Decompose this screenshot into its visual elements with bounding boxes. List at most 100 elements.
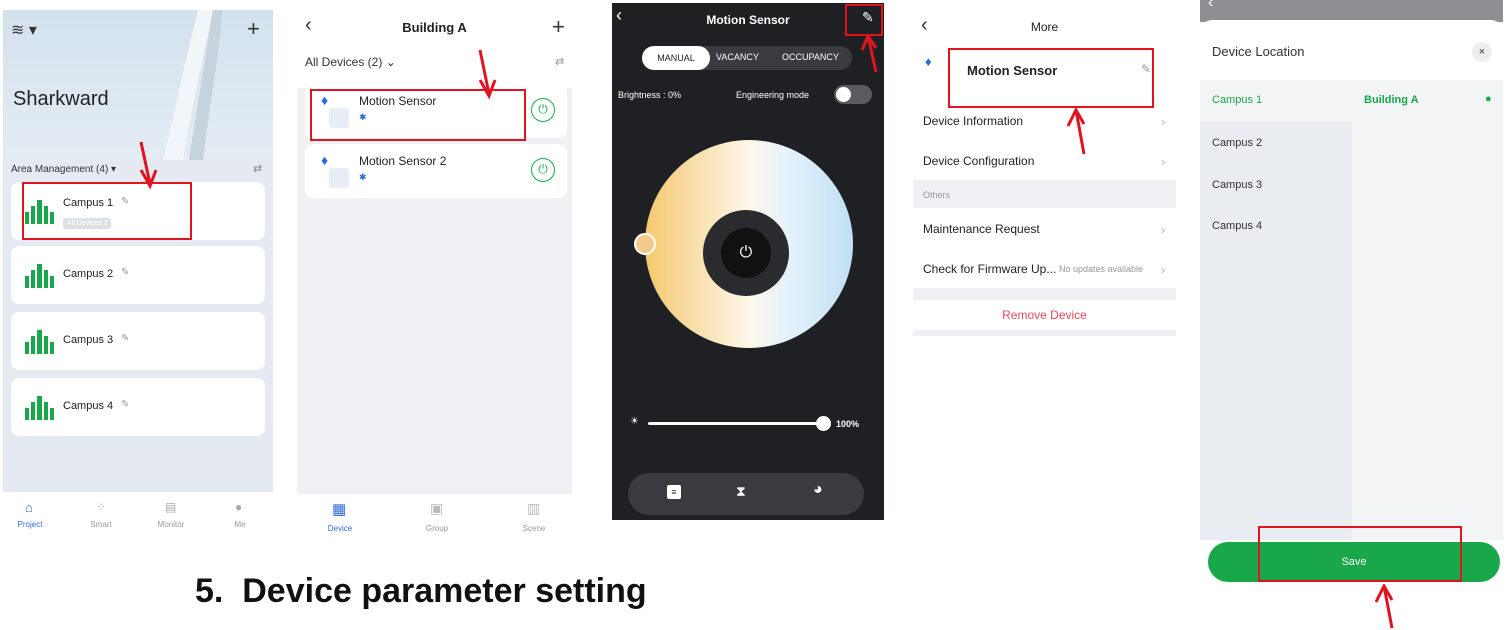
sheet-title: Device Location bbox=[1212, 44, 1305, 59]
engineering-mode-label: Engineering mode bbox=[736, 90, 810, 100]
brightness-slider-thumb[interactable] bbox=[816, 416, 831, 431]
control-bottom-bar bbox=[628, 473, 864, 515]
scene-tab-icon[interactable]: ▥ bbox=[527, 500, 540, 517]
campus-card-1[interactable]: Campus 1 ✎ All Devices 2 bbox=[11, 182, 265, 240]
tab-group[interactable]: Group bbox=[412, 524, 462, 533]
campus-icon bbox=[25, 264, 54, 288]
mode-occupancy-tab[interactable]: OCCUPANCY bbox=[782, 52, 839, 62]
content-area bbox=[913, 336, 1176, 542]
power-button[interactable]: ⏻ bbox=[721, 228, 771, 278]
monitor-icon[interactable]: ▤ bbox=[165, 500, 176, 514]
campus-name: Campus 1 bbox=[63, 197, 114, 209]
power-button[interactable]: ⏻ bbox=[531, 98, 555, 122]
sensor-thumbnail-icon: ♦ bbox=[321, 152, 329, 168]
bottom-tab-bar: ⌂ Project ⁘ Smart ▤ Monitor ● Me bbox=[3, 492, 273, 542]
remove-device-label: Remove Device bbox=[1002, 308, 1087, 322]
device-name: Motion Sensor 2 bbox=[359, 154, 447, 168]
smart-icon[interactable]: ⁘ bbox=[96, 500, 106, 514]
device-card-1[interactable]: ♦ Motion Sensor ✱ ⏻ bbox=[305, 84, 567, 138]
hourglass-icon[interactable]: ⧗ bbox=[736, 483, 746, 500]
device-name: Motion Sensor bbox=[359, 94, 437, 108]
edit-icon[interactable]: ✎ bbox=[862, 9, 874, 26]
edit-name-icon[interactable]: ✎ bbox=[1141, 62, 1151, 76]
step-caption: 5. Device parameter setting bbox=[195, 572, 647, 610]
screen-title: More bbox=[1030, 20, 1059, 34]
campus-label: Campus 2 bbox=[1212, 137, 1263, 149]
mode-vacancy-tab[interactable]: VACANCY bbox=[716, 52, 759, 62]
sun-icon: ☀ bbox=[630, 416, 639, 427]
campus-row-selected[interactable]: Campus 1 bbox=[1200, 80, 1352, 122]
area-management-label: Area Management (4) bbox=[11, 164, 109, 175]
edit-icon[interactable]: ✎ bbox=[121, 399, 129, 410]
hero-banner bbox=[3, 10, 273, 160]
campus-label: Campus 3 bbox=[1212, 179, 1263, 191]
device-card-2[interactable]: ♦ Motion Sensor 2 ✱ ⏻ bbox=[305, 144, 567, 198]
home-icon[interactable]: ⌂ bbox=[25, 500, 33, 515]
edit-icon[interactable]: ✎ bbox=[121, 196, 129, 207]
chevron-right-icon: › bbox=[1161, 154, 1166, 169]
clock-icon[interactable]: ◕ bbox=[813, 481, 823, 499]
close-button[interactable]: × bbox=[1472, 42, 1492, 62]
maintenance-request-row[interactable]: Maintenance Request › bbox=[913, 216, 1176, 246]
layers-menu-button[interactable]: ≋ ▾ bbox=[11, 20, 37, 40]
brightness-label: Brightness : 0% bbox=[618, 90, 682, 100]
row-label: Device Configuration bbox=[923, 154, 1035, 168]
tab-device[interactable]: Device bbox=[315, 524, 365, 533]
device-filter-dropdown[interactable]: All Devices (2) ⌄ bbox=[305, 55, 396, 69]
campus-label: Campus 1 bbox=[1212, 94, 1263, 106]
brightness-slider-track[interactable] bbox=[648, 422, 824, 425]
sort-icon[interactable]: ⇄ bbox=[555, 55, 564, 68]
tab-smart[interactable]: Smart bbox=[76, 520, 126, 529]
sensor-image-icon bbox=[329, 108, 349, 128]
sensor-thumbnail-icon: ♦ bbox=[321, 92, 329, 108]
device-information-row[interactable]: Device Information › bbox=[913, 108, 1176, 138]
bluetooth-icon: ✱ bbox=[359, 112, 367, 122]
tab-me[interactable]: Me bbox=[215, 520, 265, 529]
device-tab-icon[interactable]: ▦ bbox=[332, 500, 346, 518]
phone-motion-sensor-control: ‹ Motion Sensor ✎ MANUAL VACANCY OCCUPAN… bbox=[612, 3, 884, 520]
save-label: Save bbox=[1341, 556, 1367, 568]
tab-project[interactable]: Project bbox=[5, 520, 55, 529]
tab-monitor[interactable]: Monitor bbox=[146, 520, 196, 529]
tab-scene[interactable]: Scene bbox=[509, 524, 559, 533]
campus-row[interactable]: Campus 2 bbox=[1200, 124, 1352, 164]
overlay-header bbox=[1200, 0, 1503, 22]
group-tab-icon[interactable]: ▣ bbox=[430, 500, 443, 517]
device-filter-label: All Devices (2) bbox=[305, 55, 383, 69]
device-configuration-row[interactable]: Device Configuration › bbox=[913, 148, 1176, 178]
wheel-handle[interactable] bbox=[634, 233, 656, 255]
save-button[interactable]: Save bbox=[1208, 542, 1500, 582]
engineering-mode-toggle[interactable] bbox=[834, 85, 872, 104]
add-button[interactable]: + bbox=[247, 16, 260, 42]
building-column bbox=[1352, 80, 1503, 540]
chevron-right-icon: › bbox=[1161, 222, 1166, 237]
edit-icon[interactable]: ✎ bbox=[121, 267, 129, 278]
remove-device-button[interactable]: Remove Device bbox=[913, 300, 1176, 330]
campus-name: Campus 3 bbox=[63, 334, 114, 346]
me-icon[interactable]: ● bbox=[235, 500, 242, 514]
firmware-status: No updates available bbox=[1059, 264, 1144, 274]
settings-sliders-icon[interactable]: ≡ bbox=[667, 485, 681, 499]
campus-card-4[interactable]: Campus 4 ✎ bbox=[11, 378, 265, 436]
device-name: Motion Sensor bbox=[967, 63, 1058, 78]
area-management-header[interactable]: Area Management (4) ▾ bbox=[11, 164, 116, 175]
device-count-badge: All Devices 2 bbox=[63, 218, 112, 229]
campus-card-2[interactable]: Campus 2 ✎ bbox=[11, 246, 265, 304]
campus-row[interactable]: Campus 4 bbox=[1200, 207, 1352, 247]
campus-row[interactable]: Campus 3 bbox=[1200, 166, 1352, 206]
brightness-value: 100% bbox=[836, 419, 860, 429]
mode-manual-tab[interactable]: MANUAL bbox=[642, 46, 710, 70]
campus-icon bbox=[25, 330, 54, 354]
campus-name: Campus 4 bbox=[63, 400, 114, 412]
campus-card-3[interactable]: Campus 3 ✎ bbox=[11, 312, 265, 370]
project-title: Sharkward bbox=[13, 88, 109, 110]
campus-name: Campus 2 bbox=[63, 268, 114, 280]
building-row-selected[interactable]: Building A bbox=[1352, 80, 1503, 122]
building-label: Building A bbox=[1364, 94, 1419, 106]
firmware-check-row[interactable]: Check for Firmware Up... No updates avai… bbox=[913, 256, 1176, 286]
add-device-button[interactable]: + bbox=[552, 14, 565, 40]
edit-icon[interactable]: ✎ bbox=[121, 333, 129, 344]
campus-icon bbox=[25, 396, 54, 420]
sort-icon[interactable]: ⇄ bbox=[253, 162, 262, 175]
power-button[interactable]: ⏻ bbox=[531, 158, 555, 182]
